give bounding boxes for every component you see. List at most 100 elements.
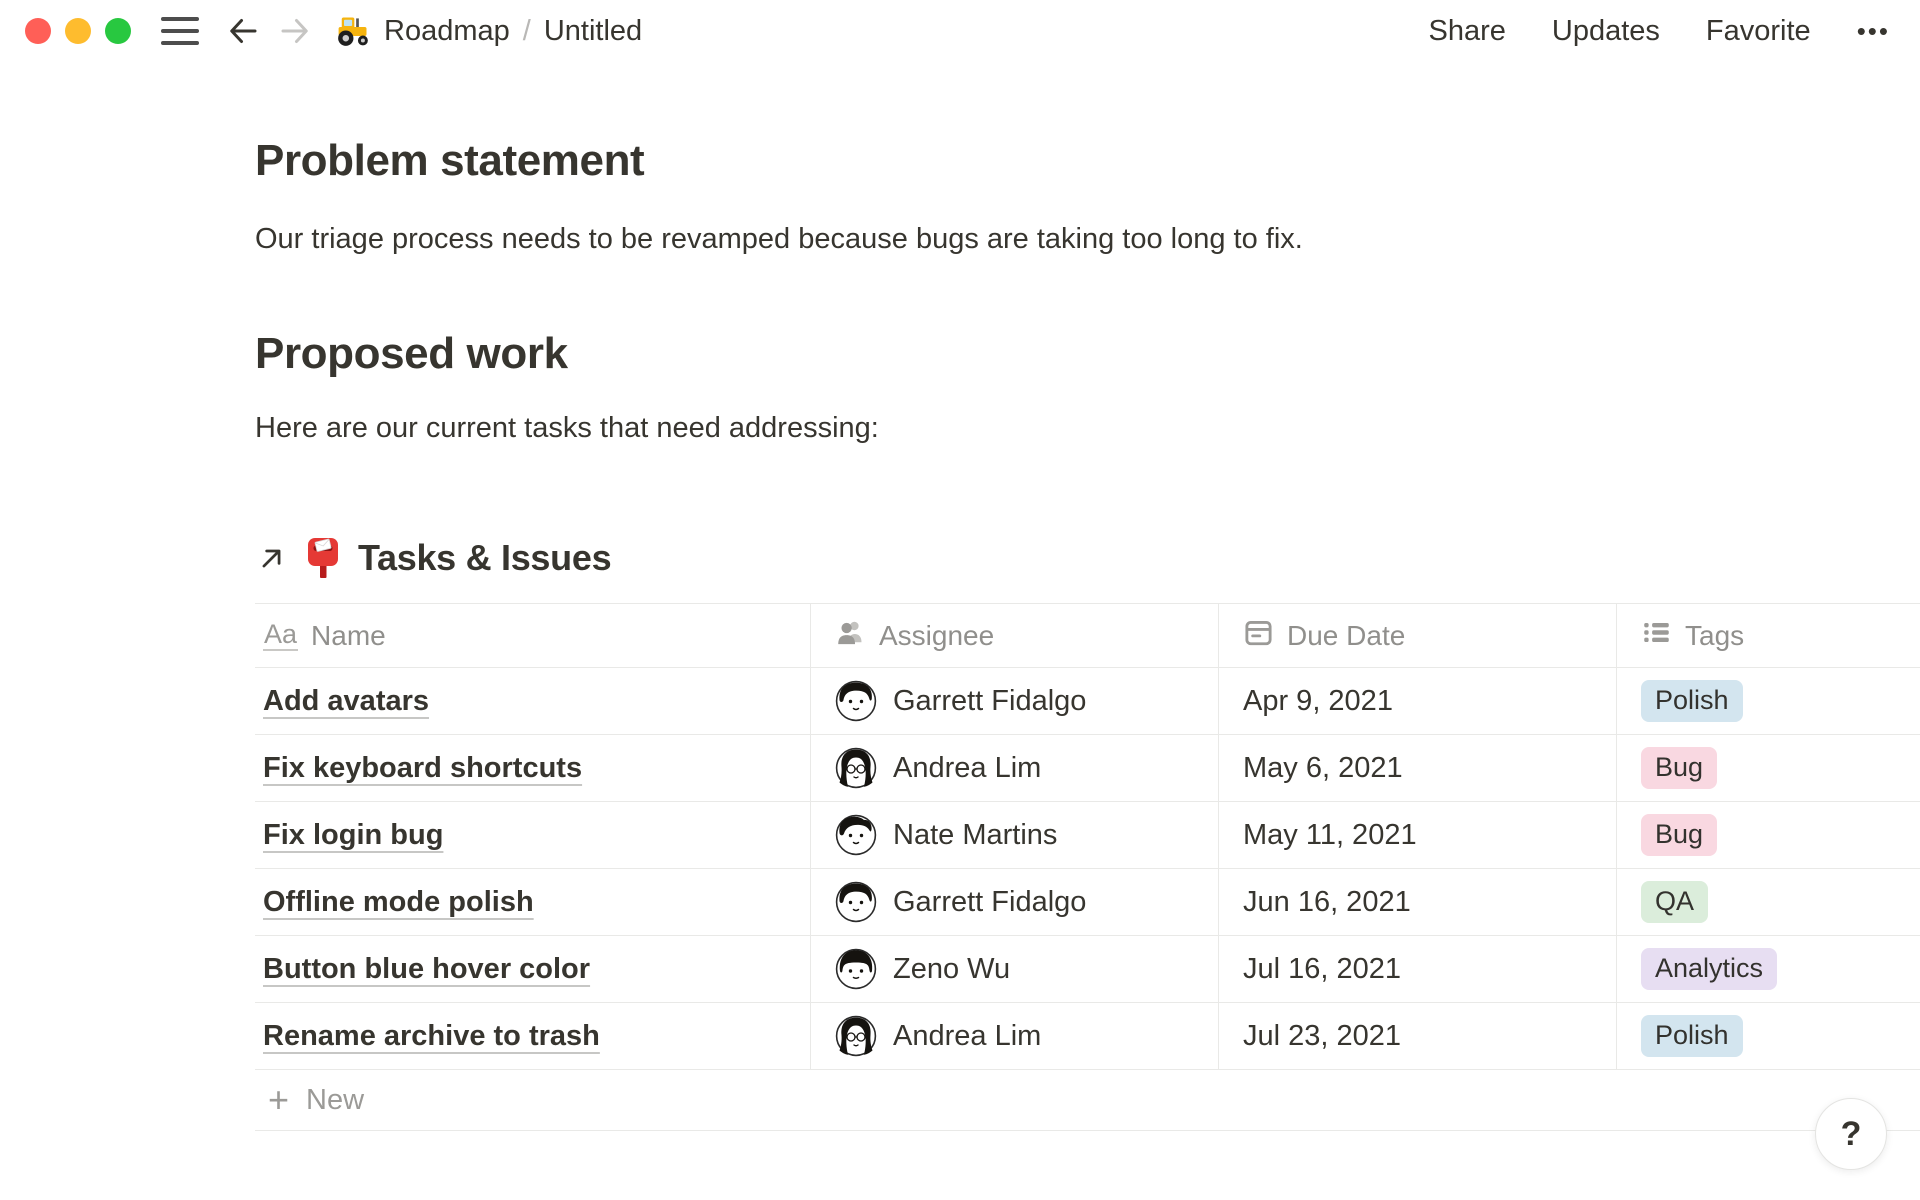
column-label: Tags	[1685, 620, 1744, 652]
due-date-cell[interactable]: May 11, 2021	[1218, 802, 1616, 868]
andrea-lim-avatar	[835, 1015, 877, 1057]
due-date-value: May 6, 2021	[1243, 752, 1403, 785]
help-button[interactable]: ?	[1815, 1098, 1887, 1170]
more-options-button[interactable]: •••	[1857, 16, 1890, 47]
heading-problem-statement: Problem statement	[255, 135, 1920, 188]
task-name-cell: Button blue hover color	[255, 936, 810, 1002]
column-header-assignee[interactable]: Assignee	[810, 604, 1218, 667]
new-row-label: New	[306, 1084, 364, 1117]
due-date-value: Jul 16, 2021	[1243, 953, 1401, 986]
assignee-name: Andrea Lim	[893, 1020, 1041, 1053]
table-row: Rename archive to trash Andrea Lim Jul 2…	[255, 1003, 1920, 1070]
plus-icon: +	[268, 1082, 289, 1118]
due-date-value: Jul 23, 2021	[1243, 1020, 1401, 1053]
table-row: Fix login bug Nate Martins May 11, 2021 …	[255, 802, 1920, 869]
breadcrumb: Roadmap / Untitled	[335, 14, 642, 48]
assignee-cell[interactable]: Garrett Fidalgo	[810, 668, 1218, 734]
garrett-fidalgo-avatar	[835, 881, 877, 923]
due-date-cell[interactable]: Apr 9, 2021	[1218, 668, 1616, 734]
assignee-name: Garrett Fidalgo	[893, 886, 1086, 919]
assignee-name: Nate Martins	[893, 819, 1057, 852]
assignee-name: Andrea Lim	[893, 752, 1041, 785]
task-name-link[interactable]: Offline mode polish	[263, 886, 534, 919]
history-nav	[225, 13, 313, 49]
task-name-cell: Rename archive to trash	[255, 1003, 810, 1069]
tag-pill: QA	[1641, 881, 1708, 923]
assignee-cell[interactable]: Zeno Wu	[810, 936, 1218, 1002]
table-body: Add avatars Garrett Fidalgo Apr 9, 2021 …	[255, 668, 1920, 1070]
paragraph-proposed-work: Here are our current tasks that need add…	[255, 411, 1920, 446]
tasks-table: Aa Name Assignee	[255, 603, 1920, 1131]
column-header-name[interactable]: Aa Name	[255, 604, 810, 667]
assignee-name: Garrett Fidalgo	[893, 685, 1086, 718]
zoom-window-button[interactable]	[105, 18, 131, 44]
tags-cell[interactable]: Polish	[1616, 1003, 1920, 1069]
breadcrumb-item-roadmap[interactable]: Roadmap	[384, 15, 510, 48]
assignee-name: Zeno Wu	[893, 953, 1010, 986]
updates-button[interactable]: Updates	[1552, 15, 1660, 48]
new-row-button[interactable]: + New	[255, 1070, 1920, 1131]
due-date-cell[interactable]: Jul 23, 2021	[1218, 1003, 1616, 1069]
tags-cell[interactable]: Bug	[1616, 735, 1920, 801]
zeno-wu-avatar	[835, 948, 877, 990]
garrett-fidalgo-avatar	[835, 680, 877, 722]
task-name-cell: Add avatars	[255, 668, 810, 734]
table-header-row: Aa Name Assignee	[255, 603, 1920, 668]
tag-pill: Analytics	[1641, 948, 1777, 990]
table-row: Fix keyboard shortcuts Andrea Lim May 6,…	[255, 735, 1920, 802]
tractor-page-icon	[335, 14, 371, 48]
minimize-window-button[interactable]	[65, 18, 91, 44]
tag-pill: Polish	[1641, 680, 1743, 722]
task-name-link[interactable]: Rename archive to trash	[263, 1020, 600, 1053]
column-header-tags[interactable]: Tags	[1616, 604, 1920, 667]
linked-database-title-row: Tasks & Issues	[255, 532, 1920, 584]
task-name-link[interactable]: Add avatars	[263, 685, 429, 718]
topbar-actions: Share Updates Favorite •••	[1429, 15, 1890, 48]
tags-cell[interactable]: QA	[1616, 869, 1920, 935]
andrea-lim-avatar	[835, 747, 877, 789]
share-button[interactable]: Share	[1429, 15, 1506, 48]
column-label: Due Date	[1287, 620, 1405, 652]
due-date-cell[interactable]: Jul 16, 2021	[1218, 936, 1616, 1002]
forward-arrow-icon[interactable]	[277, 13, 313, 49]
table-row: Add avatars Garrett Fidalgo Apr 9, 2021 …	[255, 668, 1920, 735]
due-date-value: Apr 9, 2021	[1243, 685, 1393, 718]
table-row: Button blue hover color Zeno Wu Jul 16, …	[255, 936, 1920, 1003]
open-as-page-arrow-icon[interactable]	[255, 542, 288, 575]
assignee-cell[interactable]: Garrett Fidalgo	[810, 869, 1218, 935]
tags-cell[interactable]: Bug	[1616, 802, 1920, 868]
bulleted-list-icon	[1641, 617, 1672, 655]
window-titlebar: Roadmap / Untitled Share Updates Favorit…	[0, 0, 1920, 62]
tags-cell[interactable]: Polish	[1616, 668, 1920, 734]
assignee-cell[interactable]: Andrea Lim	[810, 735, 1218, 801]
calendar-icon	[1243, 617, 1274, 655]
window-controls	[25, 18, 131, 44]
heading-proposed-work: Proposed work	[255, 328, 1920, 381]
task-name-cell: Offline mode polish	[255, 869, 810, 935]
due-date-value: May 11, 2021	[1243, 819, 1417, 852]
task-name-link[interactable]: Button blue hover color	[263, 953, 590, 986]
nate-martins-avatar	[835, 814, 877, 856]
breadcrumb-item-untitled[interactable]: Untitled	[544, 15, 642, 48]
assignee-cell[interactable]: Andrea Lim	[810, 1003, 1218, 1069]
back-arrow-icon[interactable]	[225, 13, 261, 49]
sidebar-menu-icon[interactable]	[161, 17, 199, 45]
database-title[interactable]: Tasks & Issues	[358, 537, 611, 579]
task-name-link[interactable]: Fix login bug	[263, 819, 443, 852]
title-property-icon: Aa	[263, 620, 298, 651]
favorite-button[interactable]: Favorite	[1706, 15, 1811, 48]
task-name-cell: Fix login bug	[255, 802, 810, 868]
assignee-cell[interactable]: Nate Martins	[810, 802, 1218, 868]
column-header-due-date[interactable]: Due Date	[1218, 604, 1616, 667]
task-name-cell: Fix keyboard shortcuts	[255, 735, 810, 801]
people-icon	[835, 617, 866, 655]
tag-pill: Bug	[1641, 747, 1717, 789]
column-label: Name	[311, 620, 386, 652]
column-label: Assignee	[879, 620, 994, 652]
postbox-icon	[303, 536, 343, 580]
tags-cell[interactable]: Analytics	[1616, 936, 1920, 1002]
close-window-button[interactable]	[25, 18, 51, 44]
due-date-cell[interactable]: Jun 16, 2021	[1218, 869, 1616, 935]
task-name-link[interactable]: Fix keyboard shortcuts	[263, 752, 582, 785]
due-date-cell[interactable]: May 6, 2021	[1218, 735, 1616, 801]
